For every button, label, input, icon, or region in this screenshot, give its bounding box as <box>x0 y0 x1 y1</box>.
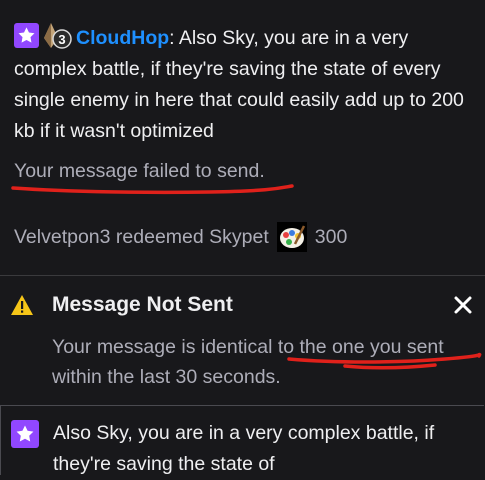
redemption-cost: 300 <box>314 225 348 248</box>
bits-badge-number: 3 <box>58 32 65 47</box>
warning-body: Your message is identical to the one you… <box>52 336 444 388</box>
chat-message: 3 CloudHop: Also Sky, you are in a very … <box>14 22 469 147</box>
subscriber-badge-icon <box>11 420 39 448</box>
divider <box>0 275 485 276</box>
message-preview: Also Sky, you are in a very complex batt… <box>0 405 484 475</box>
preview-text: Also Sky, you are in a very complex batt… <box>53 422 435 475</box>
warning-icon <box>11 295 33 315</box>
warning-header: Message Not Sent <box>10 293 475 317</box>
username[interactable]: CloudHop <box>76 27 169 49</box>
bits-badge-icon[interactable]: 3 <box>42 22 72 50</box>
warning-title: Message Not Sent <box>52 293 233 316</box>
failed-notice: Your message failed to send. <box>14 160 265 182</box>
redemption-notice: Velvetpon3 redeemed Skypet 300 <box>14 222 347 252</box>
subscriber-badge-icon[interactable] <box>14 23 39 48</box>
redemption-text: Velvetpon3 redeemed Skypet <box>14 225 269 248</box>
skypet-icon <box>276 222 307 252</box>
close-icon[interactable] <box>451 293 475 317</box>
